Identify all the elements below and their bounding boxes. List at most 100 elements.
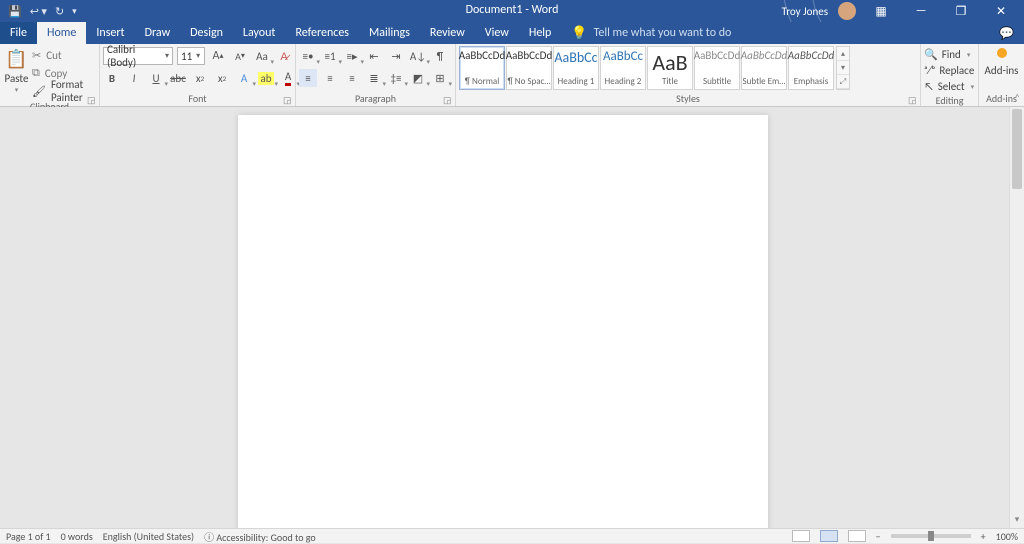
- style-heading-2[interactable]: AaBbCcHeading 2: [600, 46, 646, 90]
- style-subtle-em-[interactable]: AaBbCcDdSubtle Em…: [741, 46, 787, 90]
- addins-icon: [997, 48, 1007, 58]
- font-name-combo[interactable]: Calibri (Body)▾: [103, 47, 173, 65]
- line-spacing-button[interactable]: ‡≡: [387, 69, 405, 87]
- cut-button[interactable]: ✂Cut: [32, 46, 96, 64]
- font-dialog-launcher[interactable]: ◲: [283, 95, 293, 105]
- status-word-count[interactable]: 0 words: [61, 530, 93, 543]
- style-emphasis[interactable]: AaBbCcDd Emphasis: [788, 46, 834, 90]
- subscript-button[interactable]: x2: [191, 69, 209, 87]
- bullets-button[interactable]: ≡•: [299, 47, 317, 65]
- collapse-ribbon-button[interactable]: ˄: [1015, 91, 1020, 104]
- tab-design[interactable]: Design: [180, 22, 233, 44]
- copy-icon: ⧉: [32, 66, 40, 80]
- zoom-in-button[interactable]: +: [981, 530, 986, 543]
- tab-insert[interactable]: Insert: [86, 22, 134, 44]
- align-right-button[interactable]: ≡: [343, 69, 361, 87]
- superscript-button[interactable]: x2: [213, 69, 231, 87]
- accessibility-icon: ⓘ: [204, 531, 214, 544]
- tab-layout[interactable]: Layout: [233, 22, 286, 44]
- font-color-button[interactable]: A: [279, 69, 297, 87]
- styles-dialog-launcher[interactable]: ◲: [908, 95, 918, 105]
- replace-button[interactable]: ᵃ⁄ᵇReplace: [924, 62, 974, 78]
- tab-review[interactable]: Review: [420, 22, 475, 44]
- save-icon[interactable]: 💾: [8, 5, 22, 18]
- multilevel-list-button[interactable]: ≡▸: [343, 47, 361, 65]
- view-web-layout[interactable]: [848, 530, 866, 542]
- find-button[interactable]: 🔍Find▾: [924, 46, 970, 62]
- redo-button[interactable]: ↻: [55, 5, 64, 18]
- style-sample: AaBbCcDd: [788, 49, 834, 62]
- document-page[interactable]: [238, 115, 768, 528]
- decorative-lines: [744, 0, 904, 22]
- addins-button[interactable]: Add-ins: [985, 64, 1019, 77]
- tab-draw[interactable]: Draw: [135, 22, 181, 44]
- undo-button[interactable]: ↩ ▾: [30, 5, 47, 18]
- numbering-button[interactable]: ≡1: [321, 47, 339, 65]
- paragraph-dialog-launcher[interactable]: ◲: [443, 95, 453, 105]
- styles-scroll-up[interactable]: ▴: [837, 47, 849, 61]
- increase-indent-button[interactable]: ⇥: [387, 47, 405, 65]
- bold-button[interactable]: B: [103, 69, 121, 87]
- style-sample: AaBbCc: [554, 49, 597, 66]
- tab-mailings[interactable]: Mailings: [359, 22, 420, 44]
- group-font: Calibri (Body)▾ 11▾ A▴ A▾ Aa A̷ B I U ab…: [100, 44, 296, 106]
- tab-references[interactable]: References: [285, 22, 359, 44]
- style-name: Emphasis: [794, 76, 828, 87]
- zoom-out-button[interactable]: −: [876, 530, 881, 543]
- clipboard-dialog-launcher[interactable]: ◲: [87, 95, 97, 105]
- scroll-thumb[interactable]: [1012, 109, 1022, 189]
- style---no-spac-[interactable]: AaBbCcDd¶ No Spac…: [506, 46, 552, 90]
- search-icon: 🔍: [924, 48, 938, 61]
- font-size-combo[interactable]: 11▾: [177, 47, 205, 65]
- style-sample: AaBbCcDd: [741, 49, 787, 62]
- status-page[interactable]: Page 1 of 1: [6, 530, 51, 543]
- styles-expand[interactable]: ⤢: [837, 75, 849, 89]
- italic-button[interactable]: I: [125, 69, 143, 87]
- style---normal[interactable]: AaBbCcDd¶ Normal: [459, 46, 505, 90]
- status-accessibility[interactable]: ⓘ Accessibility: Good to go: [204, 529, 316, 544]
- zoom-slider[interactable]: [891, 534, 971, 538]
- style-title[interactable]: AaBTitle: [647, 46, 693, 90]
- tell-me-search[interactable]: 💡 Tell me what you want to do: [571, 22, 731, 44]
- styles-scroll-down[interactable]: ▾: [837, 61, 849, 75]
- style-name: Heading 2: [605, 76, 642, 87]
- tab-file[interactable]: File: [0, 22, 37, 44]
- shrink-font-button[interactable]: A▾: [231, 47, 249, 65]
- view-read-mode[interactable]: [792, 530, 810, 542]
- style-sample: AaB: [652, 49, 687, 76]
- style-subtitle[interactable]: AaBbCcDdSubtitle: [694, 46, 740, 90]
- paste-icon: 📋: [3, 46, 29, 72]
- tab-help[interactable]: Help: [519, 22, 562, 44]
- view-print-layout[interactable]: [820, 530, 838, 542]
- clear-formatting-button[interactable]: A̷: [275, 47, 293, 65]
- borders-button[interactable]: ⊞: [431, 69, 449, 87]
- tab-view[interactable]: View: [475, 22, 519, 44]
- change-case-button[interactable]: Aa: [253, 47, 271, 65]
- show-paragraph-marks-button[interactable]: ¶: [431, 47, 449, 65]
- select-button[interactable]: ↖Select▾: [924, 78, 974, 94]
- restore-button[interactable]: ❐: [946, 4, 976, 19]
- status-language[interactable]: English (United States): [103, 530, 194, 543]
- minimize-button[interactable]: —: [906, 4, 936, 18]
- justify-button[interactable]: ≣: [365, 69, 383, 87]
- qat-customize-icon[interactable]: ▾: [72, 6, 77, 17]
- align-left-button[interactable]: ≡: [299, 69, 317, 87]
- decrease-indent-button[interactable]: ⇤: [365, 47, 383, 65]
- highlight-button[interactable]: ab: [257, 69, 275, 87]
- paste-button[interactable]: 📋 Paste ▾: [3, 46, 30, 94]
- scroll-down-arrow[interactable]: ▾: [1010, 514, 1024, 528]
- comments-icon[interactable]: 💬: [989, 22, 1024, 44]
- shading-button[interactable]: ◩: [409, 69, 427, 87]
- grow-font-button[interactable]: A▴: [209, 47, 227, 65]
- align-center-button[interactable]: ≡: [321, 69, 339, 87]
- close-button[interactable]: ✕: [986, 4, 1016, 19]
- text-effects-button[interactable]: A: [235, 69, 253, 87]
- underline-button[interactable]: U: [147, 69, 165, 87]
- zoom-level[interactable]: 100%: [996, 530, 1018, 543]
- style-heading-1[interactable]: AaBbCcHeading 1: [553, 46, 599, 90]
- style-name: ¶ No Spac…: [507, 76, 550, 87]
- sort-button[interactable]: A↓: [409, 47, 427, 65]
- vertical-scrollbar[interactable]: ▴ ▾: [1009, 107, 1024, 528]
- strikethrough-button[interactable]: abc: [169, 69, 187, 87]
- tab-home[interactable]: Home: [37, 22, 86, 44]
